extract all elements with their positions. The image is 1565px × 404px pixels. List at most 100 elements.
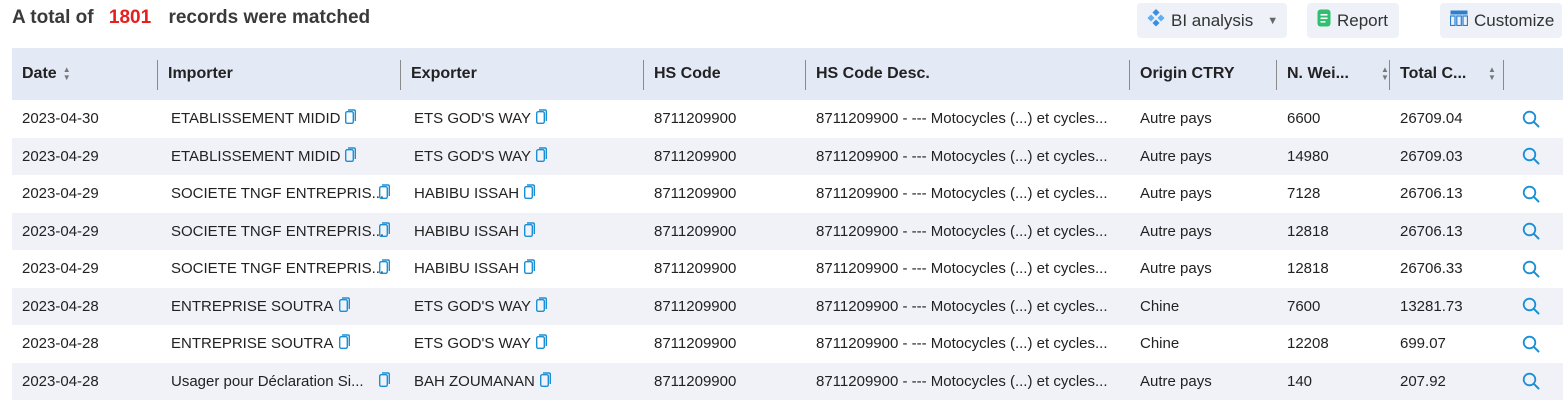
- copy-icon[interactable]: [536, 334, 548, 353]
- column-divider[interactable]: [157, 60, 158, 90]
- cell-origin-ctry-text: Autre pays: [1140, 260, 1212, 278]
- column-divider[interactable]: [1503, 60, 1504, 90]
- column-header-net-weight[interactable]: N. Wei... ▲ ▼: [1287, 48, 1389, 100]
- cell-importer: Usager pour Déclaration Si...: [171, 363, 396, 401]
- cell-origin-ctry-text: Chine: [1140, 335, 1180, 353]
- column-divider[interactable]: [805, 60, 806, 90]
- search-icon[interactable]: [1522, 175, 1540, 213]
- customize-button[interactable]: Customize: [1440, 3, 1562, 38]
- table-row[interactable]: 2023-04-29 SOCIETE TNGF ENTREPRIS... HABIB…: [12, 250, 1563, 288]
- cell-total-cost-text: 26709.03: [1400, 147, 1463, 165]
- column-divider[interactable]: [1276, 60, 1277, 90]
- copy-icon[interactable]: [345, 147, 357, 166]
- copy-icon[interactable]: [378, 222, 390, 241]
- cell-exporter-text: ETS GOD'S WAY: [414, 297, 532, 315]
- search-icon[interactable]: [1522, 250, 1540, 288]
- cell-hs-code-desc: 8711209900 - --- Motocycles (...) et cyc…: [816, 288, 1108, 326]
- column-header-origin-ctry[interactable]: Origin CTRY: [1140, 48, 1235, 100]
- column-header-hs-code[interactable]: HS Code: [654, 48, 721, 100]
- cell-importer-text: SOCIETE TNGF ENTREPRIS...: [171, 260, 385, 278]
- column-header-hs-code-desc[interactable]: HS Code Desc.: [816, 48, 930, 100]
- table-row[interactable]: 2023-04-30 ETABLISSEMENT MIDID ETS GOD'S W…: [12, 100, 1563, 138]
- cell-net-weight: 7600: [1287, 288, 1320, 326]
- cell-date: 2023-04-28: [22, 325, 99, 363]
- table-row[interactable]: 2023-04-28 ENTREPRISE SOUTRA ETS GOD'S WAY…: [12, 287, 1563, 326]
- cell-net-weight-text: 140: [1287, 372, 1313, 390]
- report-button[interactable]: Report: [1307, 3, 1399, 38]
- cell-exporter-text: HABIBU ISSAH: [414, 185, 520, 203]
- cell-importer-text: SOCIETE TNGF ENTREPRIS...: [171, 222, 385, 240]
- cell-exporter-text: ETS GOD'S WAY: [414, 335, 532, 353]
- copy-icon[interactable]: [338, 334, 350, 353]
- cell-hs-code-desc-text: 8711209900 - --- Motocycles (...) et cyc…: [816, 260, 1108, 278]
- search-icon[interactable]: [1522, 213, 1540, 251]
- copy-icon[interactable]: [536, 297, 548, 316]
- copy-icon[interactable]: [536, 147, 548, 166]
- cell-total-cost: 26706.13: [1400, 213, 1463, 251]
- search-icon[interactable]: [1522, 100, 1540, 138]
- search-icon[interactable]: [1522, 138, 1540, 176]
- cell-importer: SOCIETE TNGF ENTREPRIS...: [171, 213, 396, 251]
- cell-total-cost: 26706.33: [1400, 250, 1463, 288]
- cell-date: 2023-04-29: [22, 250, 99, 288]
- cell-hs-code-text: 8711209900: [654, 335, 737, 353]
- copy-icon[interactable]: [524, 184, 536, 203]
- cell-importer-text: Usager pour Déclaration Si...: [171, 372, 364, 390]
- report-doc-icon: [1317, 9, 1331, 32]
- copy-icon[interactable]: [378, 372, 390, 391]
- sort-icon[interactable]: ▲ ▼: [1488, 66, 1496, 82]
- table-row[interactable]: 2023-04-28 Usager pour Déclaration Si... B…: [12, 362, 1563, 401]
- copy-icon[interactable]: [524, 222, 536, 241]
- cell-net-weight-text: 12208: [1287, 335, 1329, 353]
- report-label: Report: [1337, 10, 1389, 30]
- cell-hs-code-desc-text: 8711209900 - --- Motocycles (...) et cyc…: [816, 147, 1108, 165]
- cell-hs-code-desc-text: 8711209900 - --- Motocycles (...) et cyc…: [816, 297, 1108, 315]
- copy-icon[interactable]: [345, 109, 357, 128]
- cell-exporter: ETS GOD'S WAY: [414, 325, 548, 363]
- column-header-importer[interactable]: Importer: [168, 48, 233, 100]
- copy-icon[interactable]: [536, 109, 548, 128]
- table-row[interactable]: 2023-04-29 ETABLISSEMENT MIDID ETS GOD'S W…: [12, 137, 1563, 176]
- cell-total-cost-text: 13281.73: [1400, 297, 1463, 315]
- cell-origin-ctry-text: Chine: [1140, 297, 1180, 315]
- column-divider[interactable]: [643, 60, 644, 90]
- search-icon[interactable]: [1522, 288, 1540, 326]
- table-row[interactable]: 2023-04-29 SOCIETE TNGF ENTREPRIS... HABIB…: [12, 212, 1563, 251]
- cell-date-text: 2023-04-29: [22, 185, 99, 203]
- cell-date-text: 2023-04-29: [22, 222, 99, 240]
- table-header: Date ▲ ▼ Importer Exporter HS Code HS Cod…: [12, 48, 1563, 100]
- bi-analysis-button[interactable]: BI analysis ▼: [1137, 3, 1287, 38]
- column-header-total-cost[interactable]: Total C... ▲ ▼: [1400, 48, 1496, 100]
- copy-icon[interactable]: [338, 297, 350, 316]
- cell-exporter: ETS GOD'S WAY: [414, 288, 548, 326]
- cell-hs-code-desc-text: 8711209900 - --- Motocycles (...) et cyc…: [816, 372, 1108, 390]
- cell-origin-ctry: Autre pays: [1140, 138, 1212, 176]
- copy-icon[interactable]: [378, 184, 390, 203]
- search-icon[interactable]: [1522, 363, 1540, 401]
- cell-importer: ENTREPRISE SOUTRA: [171, 325, 350, 363]
- table-row[interactable]: 2023-04-28 ENTREPRISE SOUTRA ETS GOD'S WAY…: [12, 325, 1563, 363]
- column-divider[interactable]: [1389, 60, 1390, 90]
- cell-hs-code-desc-text: 8711209900 - --- Motocycles (...) et cyc…: [816, 185, 1108, 203]
- cell-importer-text: SOCIETE TNGF ENTREPRIS...: [171, 185, 385, 203]
- cell-hs-code: 8711209900: [654, 250, 736, 288]
- cell-net-weight-text: 12818: [1287, 222, 1329, 240]
- cell-net-weight-text: 12818: [1287, 260, 1329, 278]
- cell-hs-code-desc: 8711209900 - --- Motocycles (...) et cyc…: [816, 325, 1108, 363]
- cell-hs-code-desc: 8711209900 - --- Motocycles (...) et cyc…: [816, 100, 1108, 138]
- column-header-exporter[interactable]: Exporter: [411, 48, 477, 100]
- cell-origin-ctry-text: Autre pays: [1140, 222, 1212, 240]
- copy-icon[interactable]: [539, 372, 551, 391]
- sort-icon[interactable]: ▲ ▼: [1381, 66, 1389, 82]
- summary-prefix: A total of: [12, 7, 94, 28]
- copy-icon[interactable]: [378, 259, 390, 278]
- cell-hs-code-text: 8711209900: [654, 185, 737, 203]
- column-divider[interactable]: [400, 60, 401, 90]
- column-header-date[interactable]: Date ▲ ▼: [22, 48, 71, 100]
- sort-icon[interactable]: ▲ ▼: [63, 66, 71, 82]
- copy-icon[interactable]: [524, 259, 536, 278]
- column-divider[interactable]: [1129, 60, 1130, 90]
- cell-net-weight: 6600: [1287, 100, 1320, 138]
- table-row[interactable]: 2023-04-29 SOCIETE TNGF ENTREPRIS... HABIB…: [12, 175, 1563, 213]
- search-icon[interactable]: [1522, 325, 1540, 363]
